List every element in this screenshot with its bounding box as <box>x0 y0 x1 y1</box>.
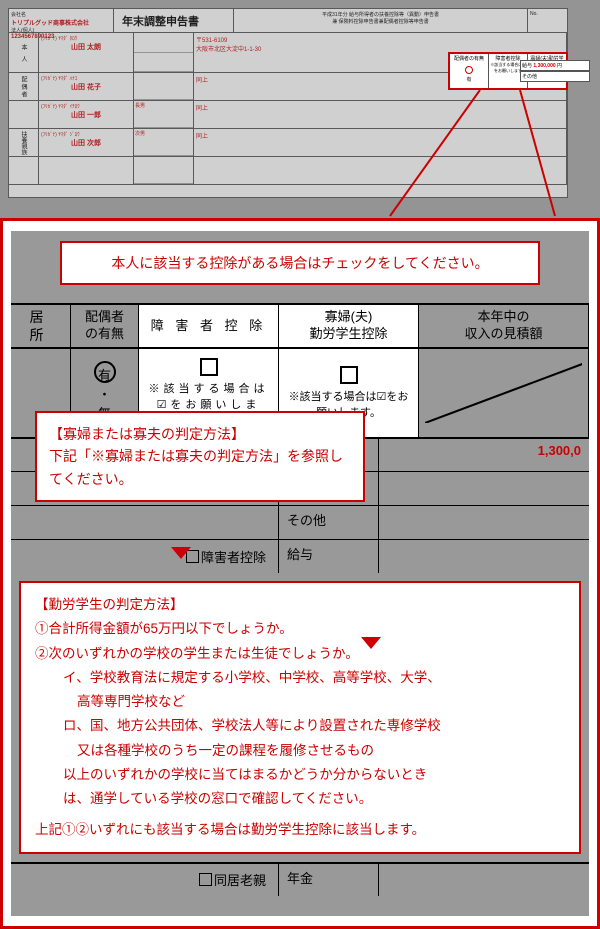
checkbox-icon[interactable] <box>199 873 212 886</box>
zoom-detail-section: 本人に該当する控除がある場合はチェックをしてください。 居 所 配偶者 の有無 … <box>0 218 600 929</box>
company-label: 会社名 <box>11 11 111 18</box>
row-amount: 1,300,0 <box>379 439 589 471</box>
callout2-l3b: 高等専門学校など <box>35 690 565 714</box>
hl-yes: 有 <box>451 76 487 83</box>
header-widow: 寡婦(夫) 勤労学生控除 <box>279 305 419 347</box>
pointer-triangle-2 <box>361 637 381 649</box>
income-amount: 1,300,000 <box>533 63 555 69</box>
form-desc: 平成31年分 給与所得者の扶養控除等（異動）申告書 兼 保険料控除申告書兼配偶者… <box>234 9 527 32</box>
spouse-dot: ・ <box>98 384 111 403</box>
circle-icon <box>465 66 473 74</box>
income-label: 給与 <box>522 63 532 69</box>
selected-circle-icon <box>94 361 116 383</box>
name-3: 山田 一郎 <box>41 110 131 120</box>
furigana-4: (ﾌﾘｶﾞﾅ) ﾔﾏﾀﾞ ｼﾞﾛｳ <box>41 131 131 138</box>
checkbox-icon[interactable] <box>340 366 358 384</box>
row-nenkin-2: 年金 <box>279 864 379 896</box>
header-spouse: 配偶者 の有無 <box>71 305 139 347</box>
postal: 〒531-6109 <box>196 35 564 44</box>
header-disability: 障 害 者 控 除 <box>139 305 279 347</box>
callout-widow-method: 【寡婦または寡夫の判定方法】 下記「※寡婦または寡夫の判定方法」を参照してくださ… <box>35 411 365 502</box>
income-column: 給与 1,300,000 円 その他 <box>520 60 590 82</box>
company-name: トリプルグッド商事株式会社 <box>11 18 111 27</box>
callout1-title: 【寡婦または寡夫の判定方法】 <box>49 423 351 445</box>
income-unit: 円 <box>557 63 562 69</box>
diagonal-line-icon <box>425 363 582 423</box>
furigana-1: (ﾌﾘｶﾞﾅ) ﾔﾏﾀﾞ ﾀﾛｳ <box>41 35 131 42</box>
cb-dokyo: 同居老親 <box>214 870 266 889</box>
form-desc-1: 平成31年分 給与所得者の扶養控除等（異動）申告書 <box>236 11 525 18</box>
callout2-l3: イ、学校教育法に規定する小学校、中学校、高等学校、大学、 <box>35 666 565 690</box>
callout2-l4b: 又は各種学校のうち一定の課程を履修させるもの <box>35 739 565 763</box>
connector-lines <box>380 88 560 218</box>
other-label: その他 <box>520 71 590 82</box>
body-income <box>419 349 589 437</box>
instruction-box: 本人に該当する控除がある場合はチェックをしてください。 <box>60 241 540 285</box>
header-addr: 居 所 <box>11 305 71 347</box>
header-income: 本年中の 収入の見積額 <box>419 305 589 347</box>
callout2-l4: ロ、国、地方公共団体、学校法人等により設置された専修学校 <box>35 714 565 738</box>
callout2-last: 上記①②いずれにも該当する場合は勤労学生控除に該当します。 <box>35 818 565 842</box>
callout1-body: 下記「※寡婦または寡夫の判定方法」を参照してください。 <box>49 445 351 490</box>
rel-3: 長男 <box>134 101 193 128</box>
callout2-l1: ①合計所得金額が65万円以下でしょうか。 <box>35 617 565 641</box>
callout-student-method: 【勤労学生の判定方法】 ①合計所得金額が65万円以下でしょうか。 ②次のいずれか… <box>19 581 581 854</box>
honnin-label: 本 人 <box>9 33 39 72</box>
furigana-2: (ﾌﾘｶﾞﾅ) ﾔﾏﾀﾞ ﾊﾅｺ <box>41 75 131 82</box>
row-kyuyo-2: 給与 <box>279 540 379 573</box>
callout2-title: 【勤労学生の判定方法】 <box>35 593 565 617</box>
name-2: 山田 花子 <box>41 82 131 92</box>
name-1: 山田 太朗 <box>41 42 131 52</box>
checkbox-icon[interactable] <box>200 358 218 376</box>
rel-4: 次男 <box>134 129 193 156</box>
form-desc-2: 兼 保険料控除申告書兼配偶者控除等申告書 <box>236 18 525 25</box>
cb-disability: 障害者控除 <box>201 547 266 566</box>
callout2-l5: 以上のいずれかの学校に当てはまるかどうか分からないとき <box>35 763 565 787</box>
form-no-label: No. <box>527 9 567 32</box>
row-sonota: その他 <box>279 506 379 539</box>
spouse-label: 配 偶 者 <box>9 73 39 100</box>
pointer-triangle-1 <box>171 547 191 559</box>
name-4: 山田 次郎 <box>41 138 131 148</box>
form-title: 年末調整申告書 <box>114 9 234 32</box>
furigana-3: (ﾌﾘｶﾞﾅ) ﾔﾏﾀﾞ ｲﾁﾛｳ <box>41 103 131 110</box>
callout2-l2: ②次のいずれかの学校の学生または生徒でしょうか。 <box>35 642 565 666</box>
callout2-l5b: は、通学している学校の窓口で確認してください。 <box>35 787 565 811</box>
hl-col1: 配偶者の有無 <box>451 55 487 62</box>
top-form-screenshot: 会社名 トリプルグッド商事株式会社 法人(個人) 1234567890123 年… <box>0 0 600 218</box>
